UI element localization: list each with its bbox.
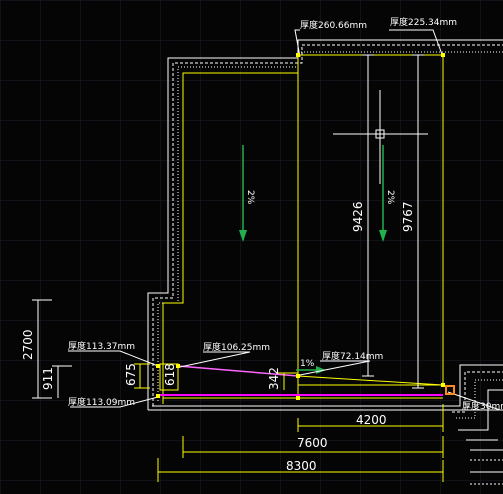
thickness-label-top-left: 厚度260.66mm bbox=[300, 19, 367, 31]
dimension-2700-label: 2700 bbox=[21, 329, 35, 360]
dimension-9767-label: 9767 bbox=[401, 201, 415, 232]
thickness-label-left-upper: 厚度113.37mm bbox=[68, 340, 135, 352]
dimension-9426-label: 9426 bbox=[351, 201, 365, 232]
thickness-label-top-right: 厚度225.34mm bbox=[390, 16, 457, 28]
dimension-342-label: 342 bbox=[267, 367, 281, 390]
dimension-911-label: 911 bbox=[41, 367, 55, 390]
dimension-675-label: 675 bbox=[124, 363, 138, 386]
thickness-label-mid: 厚度106.25mm bbox=[203, 341, 270, 353]
thickness-label-right: 厚度30mm bbox=[462, 400, 503, 412]
grid-overlay bbox=[0, 0, 503, 494]
thickness-label-center: 厚度72.14mm bbox=[322, 350, 383, 362]
slope-label-small: 1% bbox=[300, 359, 315, 369]
slope-label-left: 2% bbox=[245, 190, 255, 205]
dimension-618-label: 618 bbox=[163, 363, 177, 386]
dimension-7600-label: 7600 bbox=[297, 436, 328, 450]
dimension-4200-label: 4200 bbox=[356, 413, 387, 427]
thickness-label-left-lower: 厚度113.09mm bbox=[68, 396, 135, 408]
slope-label-right: 2% bbox=[385, 190, 395, 205]
cad-drawing-canvas[interactable]: 9426 9767 2700 911 675 618 342 4200 7600… bbox=[0, 0, 503, 494]
dimension-8300-label: 8300 bbox=[286, 459, 317, 473]
